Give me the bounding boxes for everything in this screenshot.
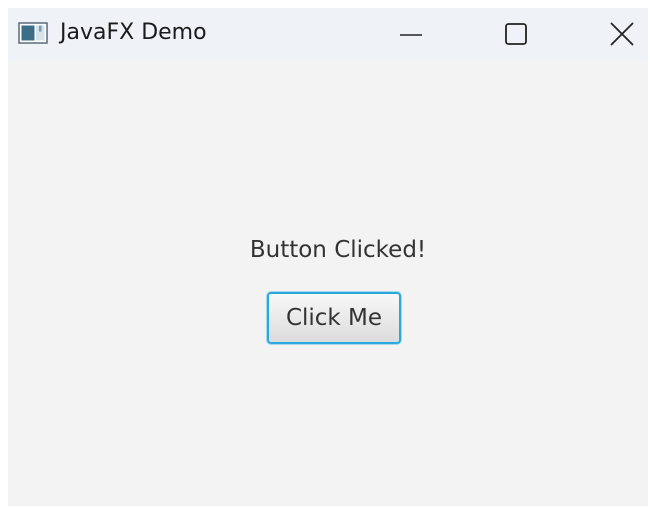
close-icon [610,22,634,46]
maximize-button[interactable] [486,8,546,60]
window-title: JavaFX Demo [60,20,207,45]
title-bar[interactable]: JavaFX Demo [8,8,648,60]
minimize-icon [400,34,422,36]
app-window: JavaFX Demo Button Clicked! Click Me [8,8,648,506]
maximize-icon [505,23,527,45]
click-me-button[interactable]: Click Me [267,292,401,344]
minimize-button[interactable] [381,8,441,60]
status-label: Button Clicked! [249,237,427,263]
content-pane: Button Clicked! Click Me [8,60,648,506]
java-app-icon [18,22,48,44]
close-button[interactable] [592,8,648,60]
